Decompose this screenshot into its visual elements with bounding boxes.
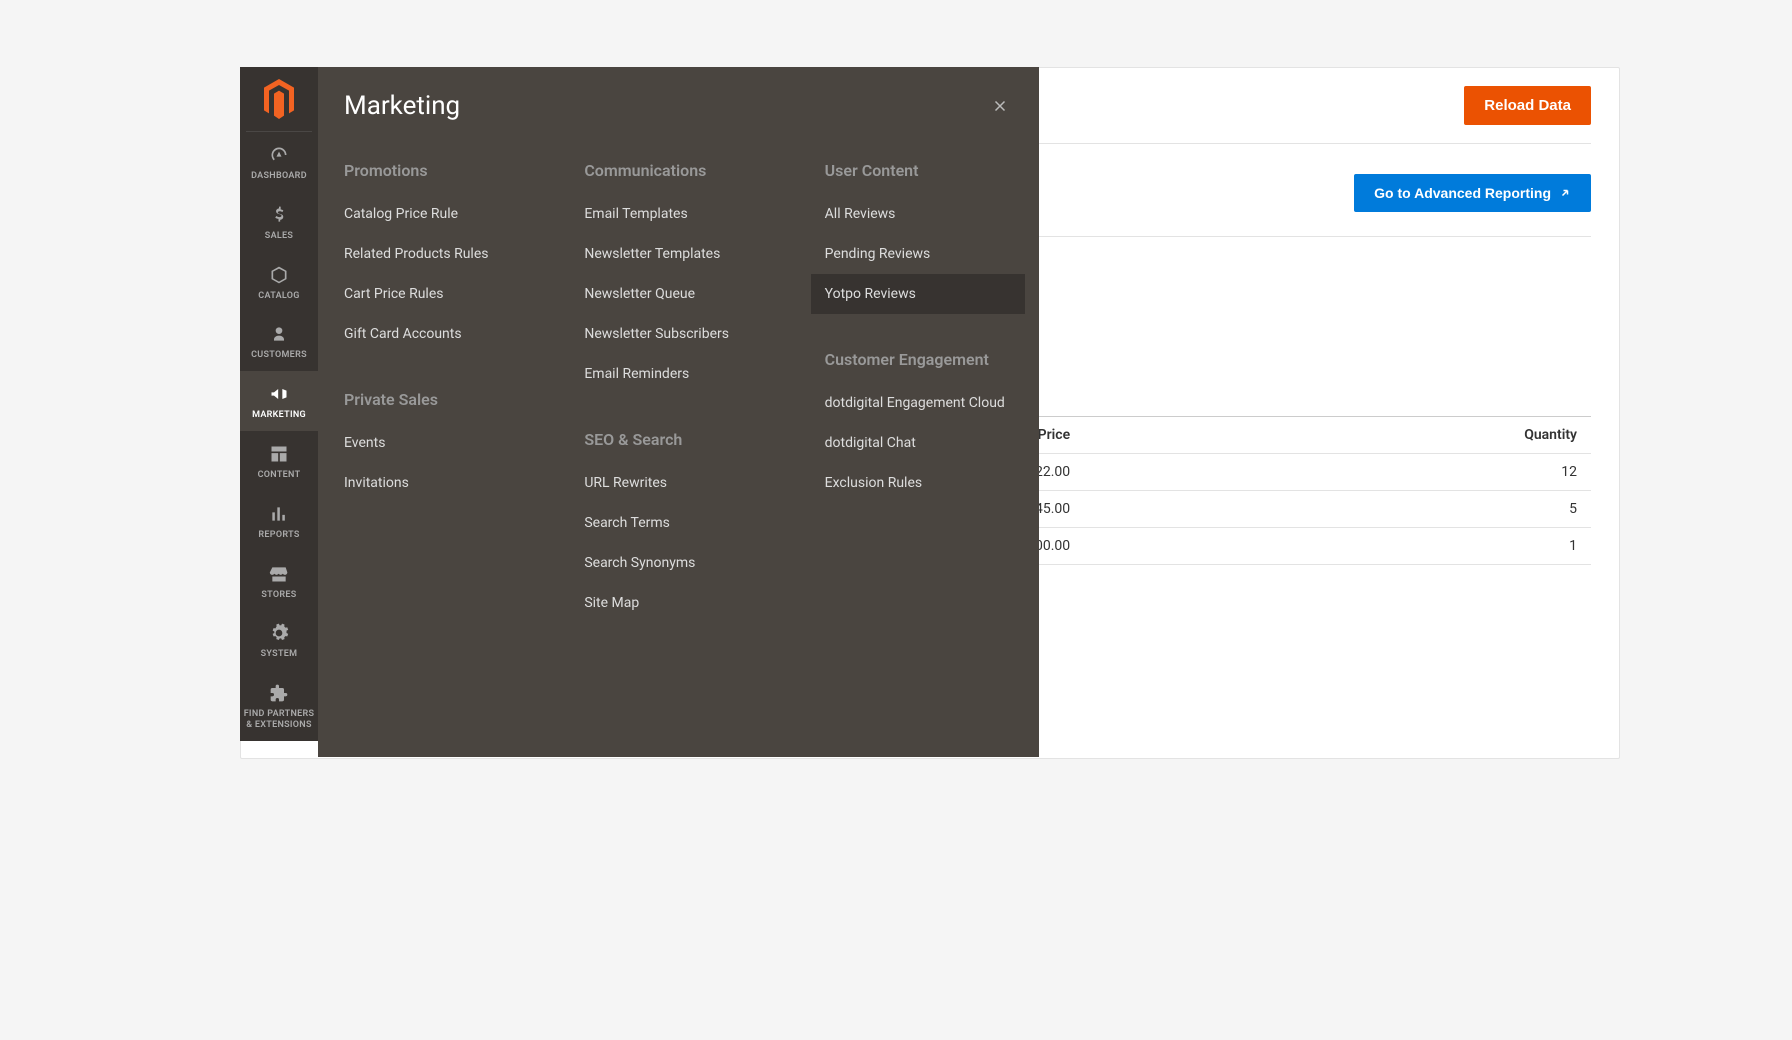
bars-icon [268,503,290,525]
nav-find-partners-extensions[interactable]: FIND PARTNERS& EXTENSIONS [240,670,318,741]
puzzle-icon [268,682,290,704]
flyout-item-dotdigital-engagement-cloud[interactable]: dotdigital Engagement Cloud [811,383,1025,423]
flyout-item-dotdigital-chat[interactable]: dotdigital Chat [811,423,1025,463]
flyout-item-pending-reviews[interactable]: Pending Reviews [811,234,1025,274]
flyout-item-gift-card-accounts[interactable]: Gift Card Accounts [330,314,544,354]
flyout-group-communications: Communications [584,153,784,194]
admin-sidebar: DASHBOARDSALESCATALOGCUSTOMERSMARKETINGC… [240,67,318,741]
flyout-item-search-terms[interactable]: Search Terms [570,503,784,543]
flyout-group-promotions: Promotions [344,153,544,194]
person-icon [268,323,290,345]
nav-content[interactable]: CONTENT [240,431,318,491]
marketing-flyout: Marketing PromotionsCatalog Price RuleRe… [318,67,1039,757]
nav-catalog[interactable]: CATALOG [240,252,318,312]
storefront-icon [268,563,290,585]
megaphone-icon [268,383,290,405]
flyout-item-search-synonyms[interactable]: Search Synonyms [570,543,784,583]
flyout-item-newsletter-templates[interactable]: Newsletter Templates [570,234,784,274]
flyout-group-private-sales: Private Sales [344,382,544,423]
flyout-item-newsletter-queue[interactable]: Newsletter Queue [570,274,784,314]
flyout-item-all-reviews[interactable]: All Reviews [811,194,1025,234]
advanced-reporting-button[interactable]: Go to Advanced Reporting [1354,174,1591,212]
nav-customers[interactable]: CUSTOMERS [240,311,318,371]
nav-reports[interactable]: REPORTS [240,491,318,551]
flyout-item-yotpo-reviews[interactable]: Yotpo Reviews [811,274,1025,314]
flyout-item-catalog-price-rule[interactable]: Catalog Price Rule [330,194,544,234]
nav-sales[interactable]: SALES [240,192,318,252]
th-quantity[interactable]: Quantity [1084,417,1591,454]
flyout-item-newsletter-subscribers[interactable]: Newsletter Subscribers [570,314,784,354]
cube-icon [268,264,290,286]
gauge-icon [268,144,290,166]
flyout-item-site-map[interactable]: Site Map [570,583,784,623]
flyout-item-email-reminders[interactable]: Email Reminders [570,354,784,394]
flyout-group-customer-engagement: Customer Engagement [825,342,1025,383]
flyout-item-url-rewrites[interactable]: URL Rewrites [570,463,784,503]
nav-marketing[interactable]: MARKETING [240,371,318,431]
flyout-item-exclusion-rules[interactable]: Exclusion Rules [811,463,1025,503]
nav-dashboard[interactable]: DASHBOARD [240,132,318,192]
flyout-item-invitations[interactable]: Invitations [330,463,544,503]
layout-icon [268,443,290,465]
magento-logo[interactable] [246,67,312,132]
gear-icon [268,622,290,644]
dollar-icon [268,204,290,226]
flyout-group-user-content: User Content [825,153,1025,194]
flyout-item-related-products-rules[interactable]: Related Products Rules [330,234,544,274]
nav-stores[interactable]: STORES [240,551,318,611]
flyout-item-cart-price-rules[interactable]: Cart Price Rules [330,274,544,314]
flyout-item-events[interactable]: Events [330,423,544,463]
flyout-group-seo-search: SEO & Search [584,422,784,463]
reload-data-button[interactable]: Reload Data [1464,86,1591,125]
flyout-item-email-templates[interactable]: Email Templates [570,194,784,234]
close-icon[interactable] [987,93,1013,119]
flyout-title: Marketing [344,91,987,121]
advanced-reporting-button-label: Go to Advanced Reporting [1374,185,1551,201]
external-link-icon [1559,187,1571,199]
nav-system[interactable]: SYSTEM [240,610,318,670]
